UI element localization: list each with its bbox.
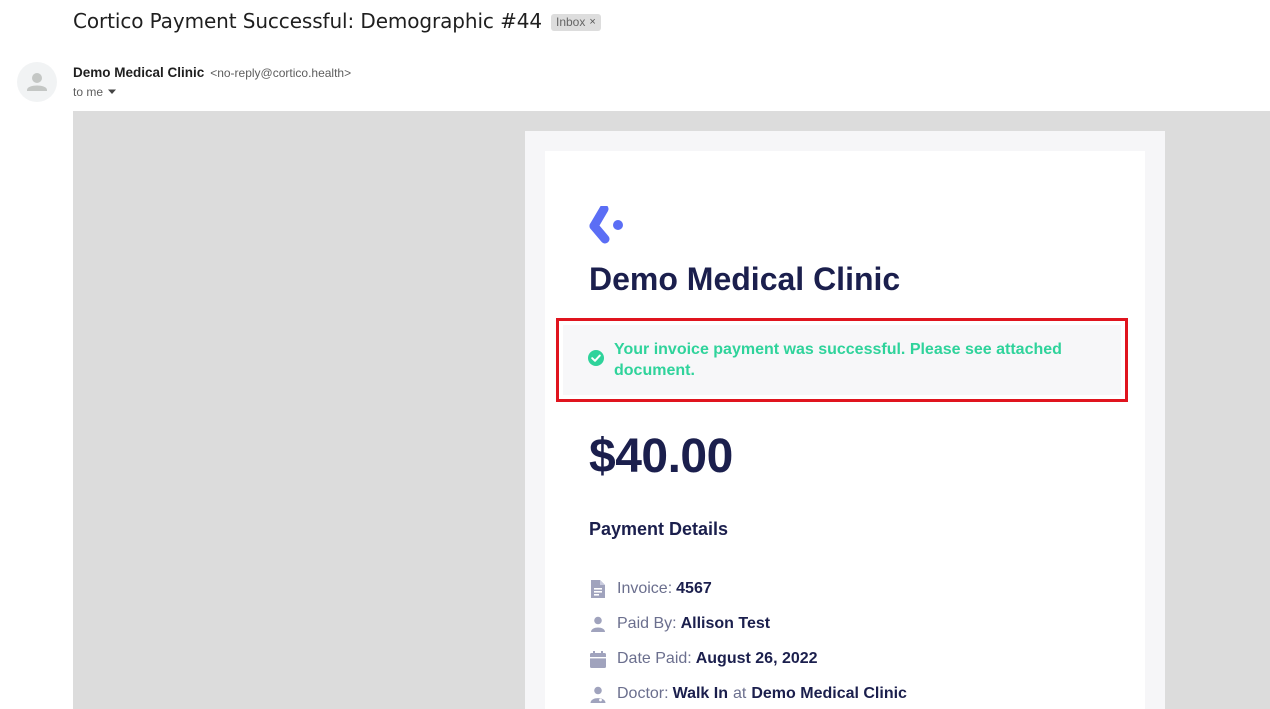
- payment-success-banner: Your invoice payment was successful. Ple…: [563, 325, 1121, 395]
- sender-email: <no-reply@cortico.health>: [210, 66, 352, 80]
- clinic-name-heading: Demo Medical Clinic: [589, 261, 901, 297]
- payment-success-message: Your invoice payment was successful. Ple…: [614, 341, 1062, 379]
- date-paid-label: Date Paid:: [617, 650, 692, 667]
- detail-row-doctor: Doctor: Walk In at Demo Medical Clinic: [589, 683, 907, 705]
- cortico-logo-icon: [589, 204, 623, 244]
- default-avatar-icon: [27, 73, 47, 91]
- detail-row-date-paid: Date Paid: August 26, 2022: [589, 648, 818, 670]
- check-circle-icon: [588, 350, 604, 371]
- invoice-label: Invoice:: [617, 580, 673, 597]
- inbox-label-chip[interactable]: Inbox ×: [551, 13, 601, 31]
- calendar-icon: [589, 650, 607, 668]
- sender-name[interactable]: Demo Medical Clinic: [73, 65, 204, 80]
- date-paid-value: August 26, 2022: [695, 650, 818, 667]
- email-card: Demo Medical Clinic Your invoice payment…: [545, 151, 1145, 709]
- detail-row-paid-by: Paid By: Allison Test: [589, 613, 770, 635]
- doctor-at-text: at: [733, 685, 747, 702]
- doctor-icon: [589, 685, 607, 703]
- email-card-frame: Demo Medical Clinic Your invoice payment…: [525, 131, 1165, 709]
- doctor-label: Doctor:: [617, 685, 669, 702]
- email-subject-header: Cortico Payment Successful: Demographic …: [73, 6, 601, 36]
- doctor-clinic-value: Demo Medical Clinic: [751, 685, 907, 702]
- payment-details-heading: Payment Details: [589, 519, 729, 539]
- remove-label-icon[interactable]: ×: [589, 16, 595, 28]
- document-icon: [589, 580, 607, 598]
- recipient-label: to me: [73, 85, 104, 99]
- payment-success-highlight: Your invoice payment was successful. Ple…: [556, 318, 1128, 402]
- paid-by-label: Paid By:: [617, 615, 677, 632]
- paid-by-value: Allison Test: [680, 615, 771, 632]
- email-body: Demo Medical Clinic Your invoice payment…: [73, 111, 1270, 709]
- recipient-details-toggle[interactable]: to me: [73, 85, 117, 99]
- inbox-label-text: Inbox: [556, 14, 586, 29]
- cortico-logo: [589, 204, 639, 261]
- payment-amount: $40.00: [589, 430, 733, 483]
- email-subject: Cortico Payment Successful: Demographic …: [73, 9, 542, 33]
- person-icon: [589, 615, 607, 633]
- chevron-down-icon[interactable]: [107, 89, 117, 95]
- sender-avatar[interactable]: [17, 62, 57, 102]
- sender-info: Demo Medical Clinic <no-reply@cortico.he…: [73, 64, 351, 80]
- invoice-value: 4567: [676, 580, 712, 597]
- detail-row-invoice: Invoice: 4567: [589, 578, 712, 600]
- doctor-value: Walk In: [672, 685, 728, 702]
